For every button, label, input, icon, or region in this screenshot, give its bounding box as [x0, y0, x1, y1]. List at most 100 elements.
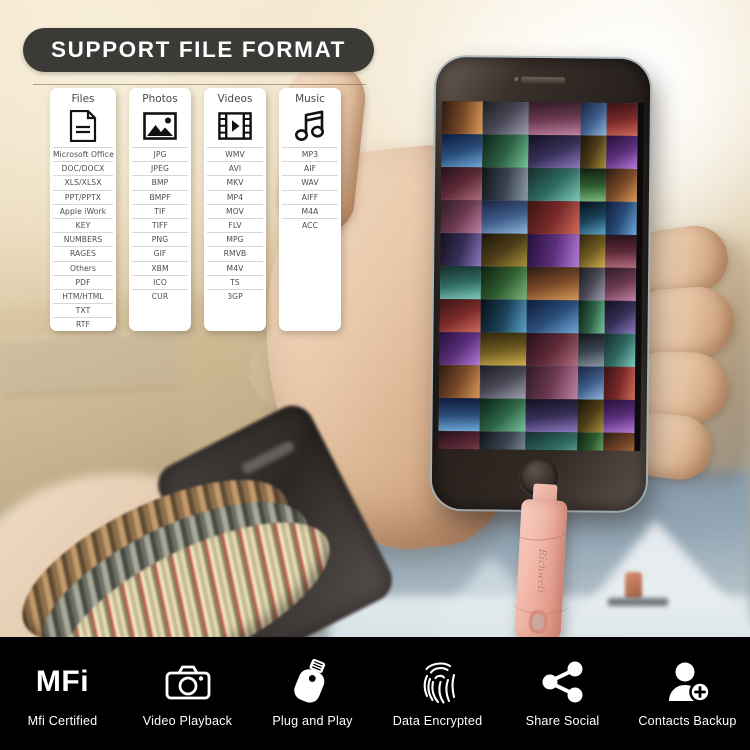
gallery-thumbnail[interactable]	[481, 233, 528, 267]
format-card-photos: Photos JPG JPEG BMP BMPF TIF TIFF PNG GIF XBM ICO C…	[129, 88, 191, 332]
gallery-thumbnail[interactable]	[481, 200, 528, 234]
gallery-thumbnail[interactable]	[441, 100, 483, 135]
gallery-thumbnail[interactable]	[527, 233, 580, 268]
gallery-thumbnail[interactable]	[525, 398, 578, 433]
feature-plug-and-play[interactable]: Plug and Play	[250, 659, 375, 728]
gallery-thumbnail[interactable]	[480, 266, 528, 300]
gallery-thumbnail[interactable]	[604, 267, 637, 301]
format-row: GIF	[132, 246, 188, 260]
format-row: NUMBERS	[53, 232, 113, 246]
format-list: MP3 AIF WAV AIFF M4A ACC	[282, 147, 338, 232]
gallery-thumbnail[interactable]	[606, 135, 638, 170]
format-row: BMPF	[132, 189, 188, 204]
phone-screen-photo-gallery[interactable]	[438, 100, 644, 452]
gallery-thumbnail[interactable]	[603, 432, 635, 452]
gallery-thumbnail[interactable]	[604, 333, 636, 367]
format-row: XBM	[132, 260, 188, 275]
gallery-thumbnail[interactable]	[480, 299, 527, 333]
format-row: MKV	[207, 175, 263, 189]
gallery-thumbnail[interactable]	[579, 201, 606, 235]
gallery-thumbnail[interactable]	[479, 365, 527, 399]
gallery-thumbnail[interactable]	[603, 399, 635, 433]
format-row: PPT/PPTX	[53, 189, 113, 204]
gallery-thumbnail[interactable]	[439, 331, 481, 366]
gallery-thumbnail[interactable]	[440, 232, 482, 267]
gallery-thumbnail[interactable]	[438, 397, 480, 432]
feature-label: Contacts Backup	[638, 714, 737, 728]
title-divider	[33, 84, 366, 85]
feature-share-social[interactable]: Share Social	[500, 659, 625, 728]
format-row: AIFF	[282, 189, 338, 204]
feature-label: Data Encrypted	[392, 714, 483, 728]
gallery-thumbnail[interactable]	[578, 300, 605, 334]
gallery-thumbnail[interactable]	[578, 333, 605, 367]
usb-drive-body: Richwell	[511, 498, 575, 644]
gallery-thumbnail[interactable]	[578, 267, 606, 301]
gallery-thumbnail[interactable]	[605, 234, 637, 268]
usb-flash-drive[interactable]: Richwell	[511, 483, 575, 644]
gallery-thumbnail[interactable]	[525, 365, 579, 400]
gallery-thumbnail[interactable]	[481, 167, 529, 201]
format-row: TIF	[132, 203, 188, 218]
gallery-thumbnail[interactable]	[577, 366, 605, 400]
usb-drive-icon	[293, 659, 332, 705]
format-row: MPG	[207, 232, 263, 246]
gallery-thumbnail[interactable]	[605, 201, 637, 235]
gallery-thumbnail[interactable]	[439, 265, 482, 300]
gallery-thumbnail[interactable]	[526, 332, 579, 367]
gallery-thumbnail[interactable]	[479, 398, 526, 432]
image-icon	[143, 109, 177, 143]
gallery-thumbnail[interactable]	[528, 134, 581, 169]
format-row: KEY	[53, 217, 113, 232]
feature-video-playback[interactable]: Video Playback	[125, 659, 250, 728]
gallery-thumbnail[interactable]	[439, 298, 481, 333]
gallery-thumbnail[interactable]	[580, 102, 607, 136]
format-row: M4A	[282, 203, 338, 218]
gallery-thumbnail[interactable]	[479, 431, 526, 452]
gallery-thumbnail[interactable]	[577, 432, 604, 452]
format-card-title: Videos	[217, 93, 253, 105]
gallery-thumbnail[interactable]	[580, 135, 607, 169]
format-row: PNG	[132, 232, 188, 246]
gallery-thumbnail[interactable]	[605, 168, 638, 202]
feature-data-encrypted[interactable]: Data Encrypted	[375, 659, 500, 728]
format-row: Others	[53, 260, 113, 275]
smartphone[interactable]	[431, 56, 651, 512]
gallery-thumbnail[interactable]	[577, 399, 604, 433]
distant-text-blur	[608, 598, 668, 606]
format-row: MOV	[207, 203, 263, 218]
gallery-thumbnail[interactable]	[526, 299, 579, 334]
feature-label: Mfi Certified	[27, 714, 98, 728]
gallery-thumbnail[interactable]	[480, 332, 527, 366]
format-row: MP4	[207, 189, 263, 204]
gallery-thumbnail[interactable]	[527, 200, 580, 235]
gallery-thumbnail[interactable]	[579, 234, 606, 268]
document-icon	[69, 109, 97, 143]
gallery-thumbnail[interactable]	[438, 364, 481, 399]
format-row: M4V	[207, 260, 263, 275]
gallery-thumbnail[interactable]	[604, 300, 636, 334]
format-list: JPG JPEG BMP BMPF TIF TIFF PNG GIF XBM ICO CUR	[132, 147, 188, 303]
fingerprint-icon	[418, 659, 458, 705]
feature-label: Video Playback	[142, 714, 233, 728]
gallery-thumbnail[interactable]	[528, 101, 581, 136]
format-card-music: Music MP3 AIF WAV AIFF M4A ACC	[279, 88, 341, 332]
format-row: CUR	[132, 288, 188, 303]
feature-mfi-certified[interactable]: MFi Mfi Certified	[0, 659, 125, 728]
gallery-thumbnail[interactable]	[579, 168, 607, 202]
gallery-thumbnail[interactable]	[482, 134, 529, 168]
gallery-thumbnail[interactable]	[440, 166, 483, 201]
gallery-thumbnail[interactable]	[441, 133, 483, 168]
brand-logo-text: Richwell	[533, 548, 549, 594]
gallery-thumbnail[interactable]	[482, 101, 529, 135]
gallery-thumbnail[interactable]	[440, 199, 482, 234]
feature-contacts-backup[interactable]: Contacts Backup	[625, 659, 750, 728]
gallery-thumbnail[interactable]	[603, 366, 636, 400]
format-row: RMVB	[207, 246, 263, 260]
format-row: MP3	[282, 147, 338, 161]
gallery-thumbnail[interactable]	[527, 167, 581, 202]
format-row: Apple iWork	[53, 203, 113, 218]
gallery-thumbnail[interactable]	[526, 266, 580, 301]
gallery-thumbnail[interactable]	[525, 431, 578, 452]
gallery-thumbnail[interactable]	[606, 102, 638, 137]
